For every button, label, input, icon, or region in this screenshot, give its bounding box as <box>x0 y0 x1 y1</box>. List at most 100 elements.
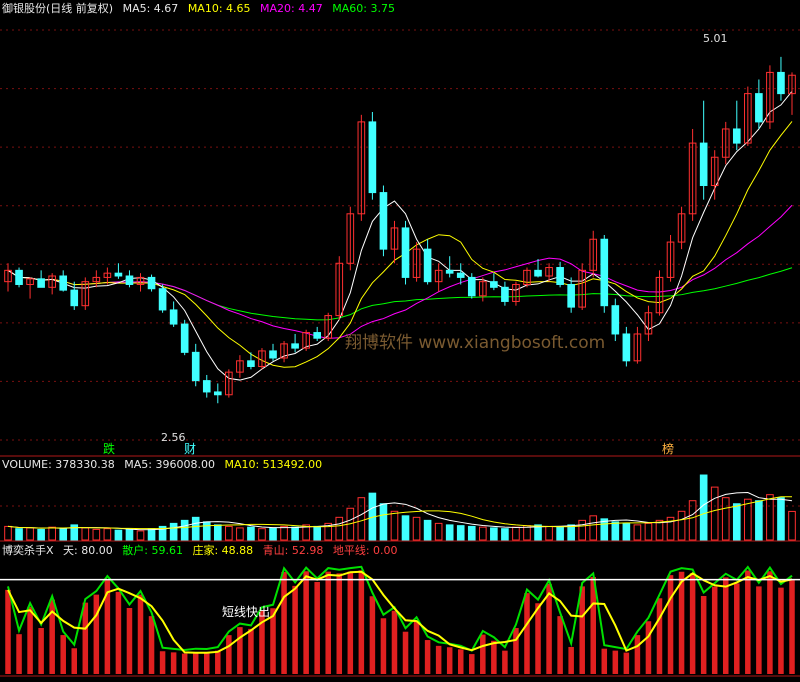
volume-bar <box>26 527 34 541</box>
candle <box>125 270 134 288</box>
candle <box>777 56 785 101</box>
volume-bar <box>611 521 620 541</box>
candle-body <box>777 71 785 95</box>
candle-body <box>247 360 255 367</box>
candle <box>556 261 564 288</box>
candle-body <box>169 309 178 325</box>
candle <box>236 355 244 378</box>
candle <box>666 235 675 282</box>
volume-bar <box>677 510 686 541</box>
candle-body <box>732 128 741 144</box>
candle <box>302 329 310 351</box>
candle <box>445 256 454 278</box>
volume-bar <box>390 510 399 541</box>
candle <box>401 220 410 285</box>
stock-chart[interactable]: 翔博软件 www.xiangbosoft.com 5.01 2.56 跌 财 榜… <box>0 0 800 682</box>
volume-bar <box>37 528 45 541</box>
volume-bar <box>291 526 299 541</box>
volume-bar <box>423 519 432 541</box>
volume-bar <box>280 525 288 541</box>
candle <box>589 230 598 278</box>
candle <box>721 121 730 165</box>
volume-bar <box>191 516 200 541</box>
candle <box>479 277 487 302</box>
candle <box>147 274 156 292</box>
volume-bar <box>578 519 587 541</box>
volume-bar <box>501 528 509 541</box>
candle <box>699 100 708 200</box>
candle <box>655 270 664 316</box>
candle <box>37 270 45 288</box>
candle <box>523 267 531 288</box>
candle <box>512 281 520 306</box>
watermark: 翔博软件 www.xiangbosoft.com <box>345 333 605 353</box>
candle-body <box>611 305 620 335</box>
candle <box>688 128 697 221</box>
volume-bar <box>633 524 642 541</box>
volume-bar <box>589 515 598 541</box>
indicator-note: 短线快出 <box>222 605 270 619</box>
candle <box>291 333 299 353</box>
volume-bar <box>147 528 156 541</box>
volume-bar <box>545 525 553 541</box>
candle-body <box>401 227 410 278</box>
volume-bar <box>644 522 653 541</box>
candle <box>213 383 222 404</box>
candle-body <box>191 351 200 382</box>
volume-bar <box>788 510 796 541</box>
candle <box>313 326 321 342</box>
candle <box>269 343 277 361</box>
volume-bar <box>81 527 90 541</box>
volume-bar <box>721 497 730 541</box>
candle <box>744 86 752 146</box>
candle <box>158 284 167 313</box>
candle <box>567 277 575 313</box>
candle <box>59 270 68 292</box>
candle-body <box>147 276 156 290</box>
volume-bar <box>467 525 476 541</box>
candle <box>644 305 653 342</box>
zhuangjia-line <box>7 570 793 654</box>
volume-bar <box>335 516 344 541</box>
volume-bar <box>225 525 233 541</box>
volume-bar <box>202 521 211 541</box>
volume-bar <box>412 516 421 541</box>
candle <box>434 263 443 292</box>
candle <box>368 112 377 200</box>
candle <box>92 270 101 288</box>
candle-body <box>70 289 79 307</box>
volume-bar <box>688 500 697 541</box>
volume-bar <box>258 528 266 541</box>
candle <box>26 277 34 299</box>
candle <box>191 343 200 387</box>
candle-body <box>556 267 564 285</box>
candle <box>114 263 123 279</box>
candle-body <box>114 272 123 277</box>
candle <box>633 326 642 364</box>
candle-body <box>202 380 211 393</box>
candle-body <box>269 350 277 359</box>
volume-bar <box>490 527 498 541</box>
candle-body <box>501 286 509 302</box>
low-price-label: 2.56 <box>161 431 186 444</box>
candle-body <box>600 238 609 307</box>
candle <box>70 281 79 310</box>
volume-bar <box>313 525 321 541</box>
volume-bar <box>434 522 443 541</box>
candle-body <box>313 332 321 339</box>
candle <box>622 326 631 367</box>
candle <box>423 239 432 285</box>
candle <box>501 281 509 306</box>
volume-bar <box>512 526 520 541</box>
candle <box>412 242 421 282</box>
tag-bang: 榜 <box>662 441 674 456</box>
volume-bar <box>180 519 189 541</box>
candle <box>247 352 255 370</box>
candle <box>732 100 741 151</box>
volume-bar <box>379 503 388 541</box>
candle <box>48 273 56 295</box>
candle-body <box>456 272 465 278</box>
volume-bar <box>456 525 465 541</box>
candle-body <box>15 269 23 285</box>
candle-body <box>37 278 45 288</box>
